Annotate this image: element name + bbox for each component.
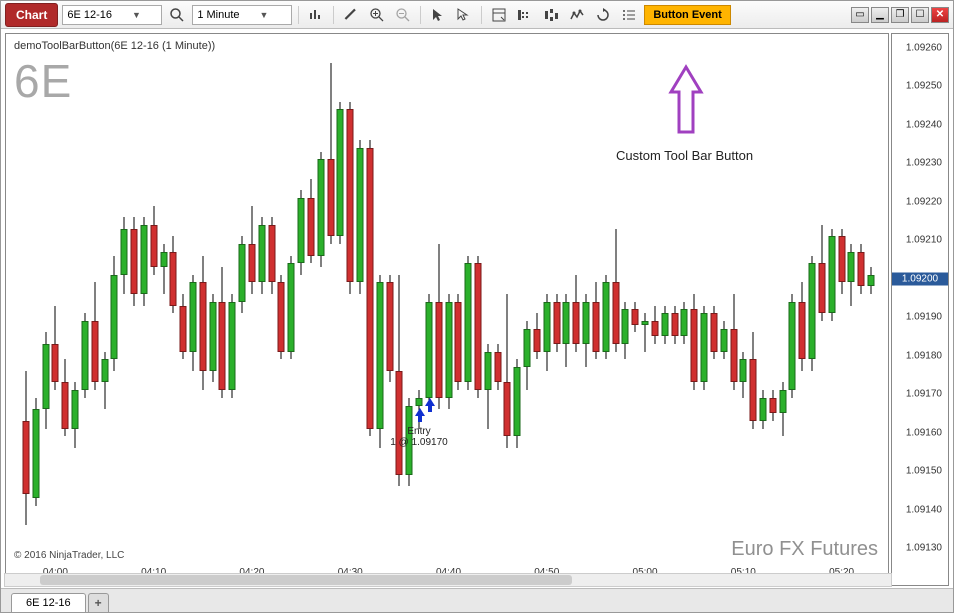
entry-arrow-icon: [415, 408, 425, 425]
chart-panel[interactable]: demoToolBarButton(6E 12-16 (1 Minute)) 6…: [5, 33, 889, 586]
draw-icon[interactable]: [340, 4, 362, 26]
data-series-icon[interactable]: [305, 4, 327, 26]
cursor-icon[interactable]: [427, 4, 449, 26]
instrument-select-value: 6E 12-16: [67, 9, 112, 21]
y-tick-label: 1.09140: [906, 504, 942, 515]
app-window: Chart 6E 12-16 ▼ 1 Minute ▼ Button Event ▭…: [0, 0, 954, 613]
entry-label: Entry1 @ 1.09170: [390, 426, 447, 448]
zoom-out-icon[interactable]: [392, 4, 414, 26]
instrument-select[interactable]: 6E 12-16 ▼: [62, 5, 162, 25]
y-tick-label: 1.09250: [906, 81, 942, 92]
close-button[interactable]: ✕: [931, 7, 949, 23]
strategy-icon[interactable]: [540, 4, 562, 26]
y-tick-label: 1.09170: [906, 389, 942, 400]
tab-instrument[interactable]: 6E 12-16: [11, 593, 86, 612]
tab-bar: 6E 12-16 +: [1, 588, 953, 612]
zoom-in-icon[interactable]: [366, 4, 388, 26]
interval-select-value: 1 Minute: [197, 9, 239, 21]
data-box-icon[interactable]: [488, 4, 510, 26]
chart-area: demoToolBarButton(6E 12-16 (1 Minute)) 6…: [1, 29, 953, 588]
window-controls: ▭ ▁ ❐ ☐ ✕: [851, 7, 949, 23]
y-tick-label: 1.09150: [906, 466, 942, 477]
chart-title: demoToolBarButton(6E 12-16 (1 Minute)): [14, 40, 215, 52]
refresh-icon[interactable]: [592, 4, 614, 26]
separator: [298, 6, 299, 24]
y-tick-label: 1.09230: [906, 158, 942, 169]
chart-button[interactable]: Chart: [5, 3, 58, 27]
crosshair-icon[interactable]: [453, 4, 475, 26]
restore-button[interactable]: ❐: [891, 7, 909, 23]
instrument-name: Euro FX Futures: [731, 538, 878, 561]
toolbar: Chart 6E 12-16 ▼ 1 Minute ▼ Button Event ▭…: [1, 1, 953, 29]
y-tick-label: 1.09260: [906, 43, 942, 54]
price-marker: 1.09200: [892, 272, 948, 285]
copyright-text: © 2016 NinjaTrader, LLC: [14, 550, 124, 561]
chart-trader-icon[interactable]: [514, 4, 536, 26]
minimize-button[interactable]: ▁: [871, 7, 889, 23]
y-tick-label: 1.09160: [906, 427, 942, 438]
separator: [333, 6, 334, 24]
chart-symbol-watermark: 6E: [14, 54, 72, 108]
annotation-arrow-icon: [666, 62, 706, 145]
tab-add-button[interactable]: +: [88, 593, 109, 612]
horizontal-scrollbar[interactable]: [4, 573, 892, 587]
maximize-button[interactable]: ☐: [911, 7, 929, 23]
indicator-icon[interactable]: [566, 4, 588, 26]
y-tick-label: 1.09130: [906, 543, 942, 554]
interval-select[interactable]: 1 Minute ▼: [192, 5, 292, 25]
search-icon[interactable]: [166, 4, 188, 26]
properties-icon[interactable]: [618, 4, 640, 26]
entry-arrow-icon: [425, 398, 435, 415]
separator: [420, 6, 421, 24]
separator: [481, 6, 482, 24]
y-tick-label: 1.09220: [906, 196, 942, 207]
candlestick-plot: Entry1 @ 1.09170: [6, 34, 888, 585]
y-tick-label: 1.09240: [906, 119, 942, 130]
caret-icon: ▼: [132, 10, 141, 20]
y-axis[interactable]: 1.09260 1.09250 1.09240 1.09230 1.09220 1.092…: [891, 33, 949, 586]
button-event[interactable]: Button Event: [644, 5, 730, 25]
y-tick-label: 1.09210: [906, 235, 942, 246]
scrollbar-thumb[interactable]: [40, 575, 572, 585]
pin-button[interactable]: ▭: [851, 7, 869, 23]
y-tick-label: 1.09180: [906, 350, 942, 361]
annotation-label: Custom Tool Bar Button: [616, 148, 753, 163]
y-tick-label: 1.09190: [906, 312, 942, 323]
caret-icon: ▼: [260, 10, 269, 20]
